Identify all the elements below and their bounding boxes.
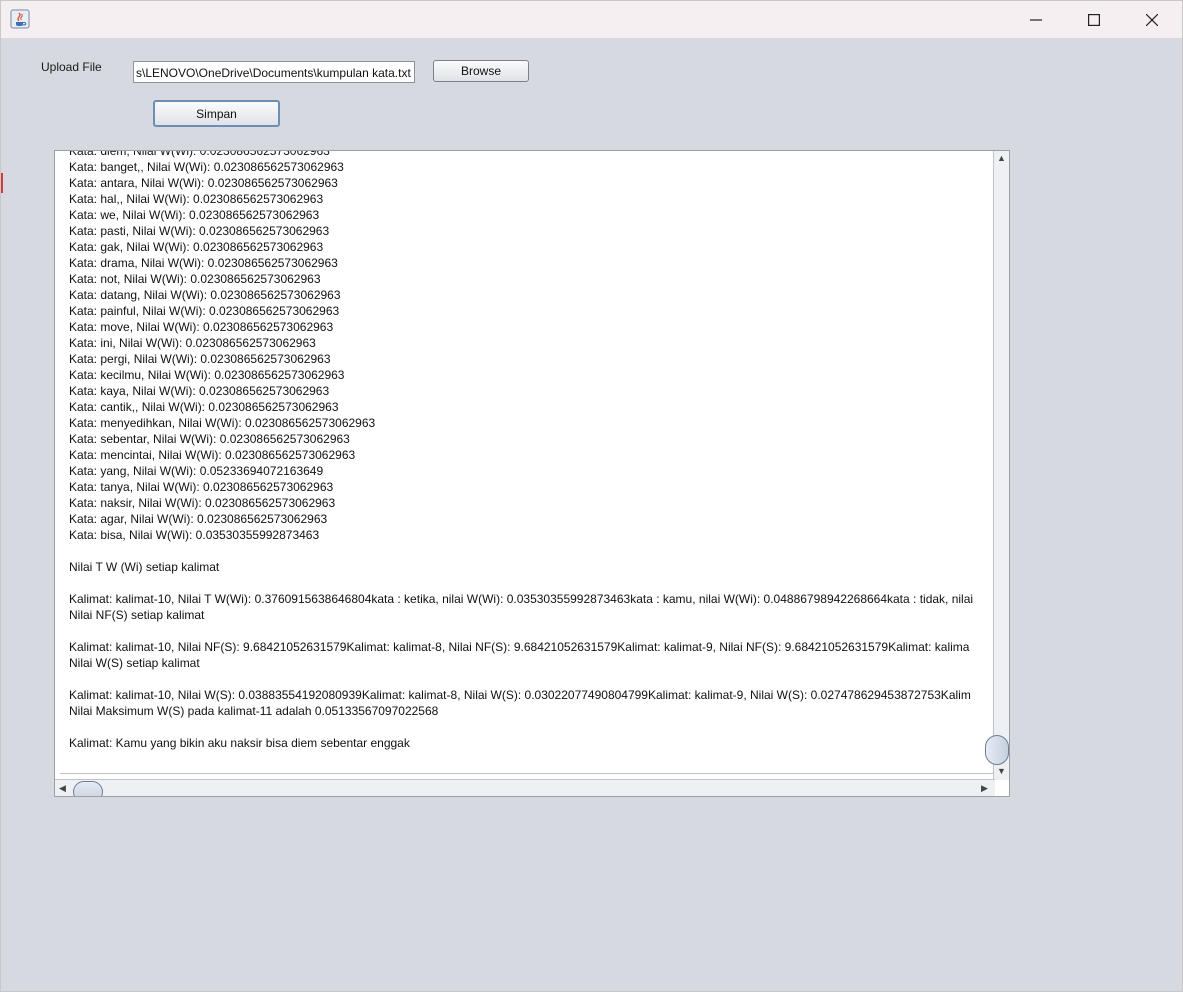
app-window: Upload File s\LENOVO\OneDrive\Documents\… (0, 0, 1183, 992)
output-line: Kata: ini, Nilai W(Wi): 0.02308656257306… (69, 336, 316, 350)
edge-marker (1, 173, 3, 193)
output-line: Nilai NF(S) setiap kalimat (69, 608, 205, 622)
output-line: Kata: naksir, Nilai W(Wi): 0.02308656257… (69, 496, 336, 510)
horizontal-scroll-thumb[interactable] (73, 781, 103, 796)
scroll-left-icon[interactable]: ◀ (59, 783, 66, 793)
vertical-scrollbar[interactable]: ▲ ▼ (993, 151, 1009, 780)
minimize-icon (1030, 18, 1042, 21)
upload-file-label: Upload File (41, 60, 102, 74)
main-content: Upload File s\LENOVO\OneDrive\Documents\… (1, 38, 1182, 991)
minimize-button[interactable] (1007, 1, 1065, 38)
save-button[interactable]: Simpan (153, 100, 280, 127)
vertical-scroll-thumb[interactable] (985, 735, 1009, 765)
output-line: Kata: we, Nilai W(Wi): 0.023086562573062… (69, 208, 320, 222)
scroll-down-icon[interactable]: ▼ (997, 766, 1006, 776)
output-line: Kata: hal,, Nilai W(Wi): 0.0230865625730… (69, 192, 324, 206)
scroll-right-icon[interactable]: ▶ (981, 783, 988, 793)
output-line: Kalimat: Kamu yang bikin aku naksir bisa… (69, 736, 410, 750)
java-cup-icon (10, 9, 30, 29)
output-line: Kata: diem, Nilai W(Wi): 0.0230865625730… (69, 151, 330, 158)
horizontal-scrollbar[interactable]: ◀ ▶ (55, 779, 995, 796)
maximize-button[interactable] (1065, 1, 1123, 38)
output-line: Kata: pasti, Nilai W(Wi): 0.023086562573… (69, 224, 330, 238)
maximize-icon (1088, 13, 1100, 26)
output-line: Kata: banget,, Nilai W(Wi): 0.0230865625… (69, 160, 344, 174)
output-line: Kata: drama, Nilai W(Wi): 0.023086562573… (69, 256, 338, 270)
output-lines: Kata: diem, Nilai W(Wi): 0.0230865625730… (69, 151, 973, 751)
output-line: Kata: mencintai, Nilai W(Wi): 0.02308656… (69, 448, 356, 462)
output-line: Kata: painful, Nilai W(Wi): 0.0230865625… (69, 304, 340, 318)
output-line: Kata: tanya, Nilai W(Wi): 0.023086562573… (69, 480, 334, 494)
output-line: Kata: datang, Nilai W(Wi): 0.02308656257… (69, 288, 341, 302)
file-path-input[interactable]: s\LENOVO\OneDrive\Documents\kumpulan kat… (133, 61, 415, 83)
output-line: Kalimat: kalimat-10, Nilai T W(Wi): 0.37… (69, 592, 974, 606)
output-line: Kalimat: kalimat-10, Nilai W(S): 0.03883… (69, 688, 971, 702)
output-line: Kata: bisa, Nilai W(Wi): 0.0353035599287… (69, 528, 320, 542)
output-line: Kata: antara, Nilai W(Wi): 0.02308656257… (69, 176, 338, 190)
output-scroll-pane[interactable]: Kata: diem, Nilai W(Wi): 0.0230865625730… (54, 150, 1010, 797)
output-line: Kata: not, Nilai W(Wi): 0.02308656257306… (69, 272, 321, 286)
output-line: Kalimat: kalimat-10, Nilai NF(S): 9.6842… (69, 640, 970, 654)
output-line: Nilai W(S) setiap kalimat (69, 656, 200, 670)
output-line: Kata: yang, Nilai W(Wi): 0.0523369407216… (69, 464, 324, 478)
output-line: Kata: cantik,, Nilai W(Wi): 0.0230865625… (69, 400, 339, 414)
output-line: Kata: menyedihkan, Nilai W(Wi): 0.023086… (69, 416, 376, 430)
output-line: Nilai T W (Wi) setiap kalimat (69, 560, 220, 574)
output-line: Kata: kaya, Nilai W(Wi): 0.0230865625730… (69, 384, 330, 398)
output-line: Kata: sebentar, Nilai W(Wi): 0.023086562… (69, 432, 350, 446)
close-button[interactable] (1123, 1, 1181, 38)
close-icon (1146, 13, 1158, 26)
output-line: Kata: move, Nilai W(Wi): 0.0230865625730… (69, 320, 334, 334)
scroll-up-icon[interactable]: ▲ (997, 153, 1006, 163)
output-line: Kata: pergi, Nilai W(Wi): 0.023086562573… (69, 352, 331, 366)
output-line: Kata: agar, Nilai W(Wi): 0.0230865625730… (69, 512, 328, 526)
output-text-area[interactable]: Kata: diem, Nilai W(Wi): 0.0230865625730… (60, 151, 995, 774)
browse-button[interactable]: Browse (433, 60, 529, 82)
output-line: Kata: kecilmu, Nilai W(Wi): 0.0230865625… (69, 368, 345, 382)
output-line: Nilai Maksimum W(S) pada kalimat-11 adal… (69, 704, 439, 718)
title-bar[interactable] (1, 1, 1182, 38)
output-line: Kata: gak, Nilai W(Wi): 0.02308656257306… (69, 240, 324, 254)
